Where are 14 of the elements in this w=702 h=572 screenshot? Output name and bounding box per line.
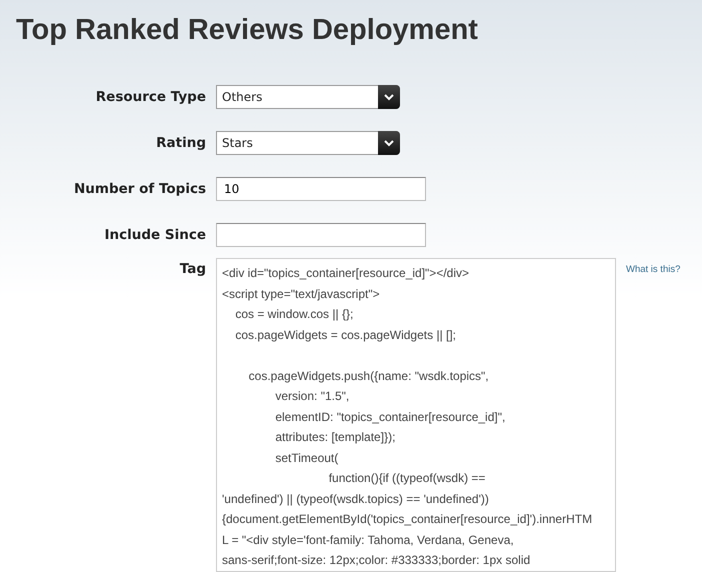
text-field[interactable]	[216, 223, 426, 247]
help-link[interactable]: What is this?	[626, 258, 680, 275]
code-field[interactable]: <div id="topics_container[resource_id]"></div> <script type="text/javascript"> cos = window.cos || {}; cos.pageWidgets = cos.pageWidgets || []; cos.pageWidgets.push({name: "wsdk.topics", version: "1.5", elementID: "topics_container[resource_id]", attributes: [template]}); setTimeout( function(){if ((typeof(wsdk) == 'undefined') || (typeof(wsdk.topics) == 'undefined')) {document.getElementById('topics_container[resource_id]').innerHTM L = "<div style='font-family: Tahoma, Verdana, Geneva, sans-serif;font-size: 12px;color: #333333;border: 1px solid	[216, 258, 616, 572]
caret-icon	[384, 94, 394, 100]
page-title: Top Ranked Reviews Deployment	[15, 13, 479, 48]
field-label: Tag	[178, 260, 207, 277]
field-label: Resource Type	[94, 89, 207, 105]
field-label: Include Since	[103, 227, 207, 243]
text-field[interactable]: 10	[216, 177, 426, 201]
field-label: Number of Topics	[72, 181, 207, 197]
field-label: Rating	[155, 135, 207, 151]
dropdown[interactable]: Stars	[216, 131, 400, 155]
dropdown[interactable]: Others	[216, 85, 400, 109]
caret-icon	[384, 140, 394, 146]
